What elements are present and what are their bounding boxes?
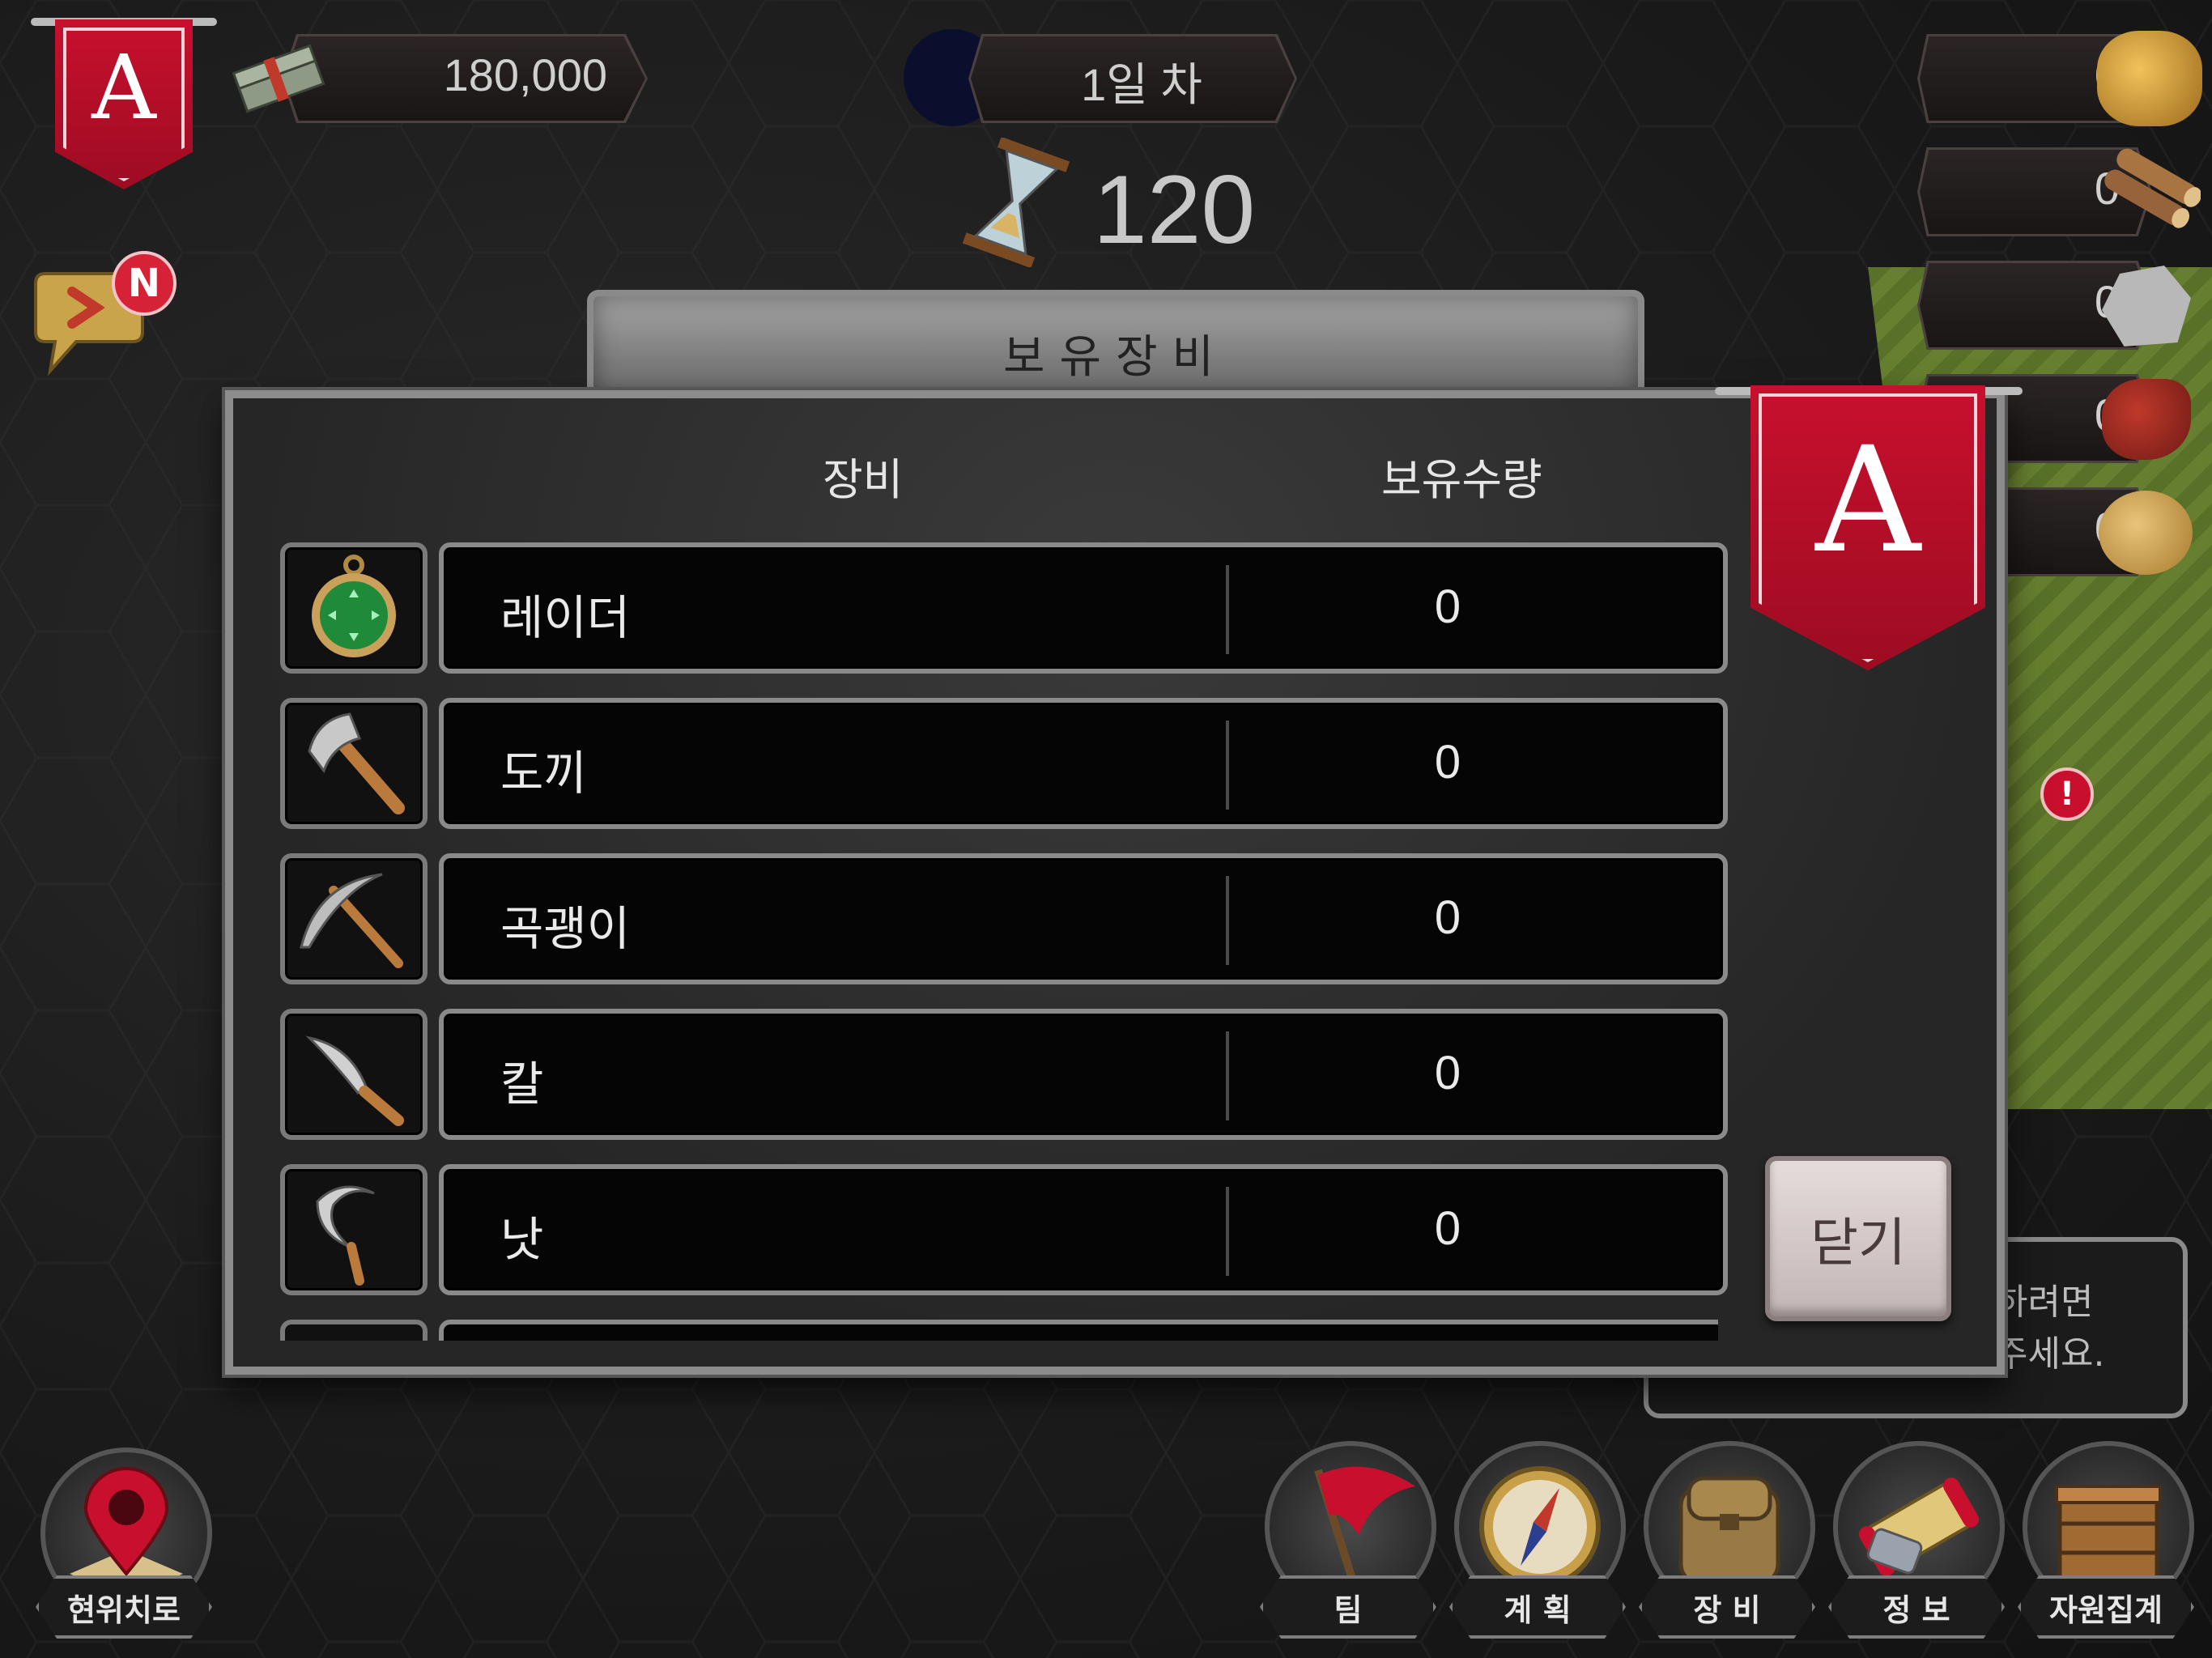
column-header-item: 장비 <box>823 454 904 505</box>
knife-icon <box>305 1035 404 1126</box>
money-stack-icon <box>230 34 327 123</box>
pickaxe-icon <box>300 873 403 968</box>
day-label: 1일 차 <box>1081 59 1202 110</box>
alert-map-marker[interactable]: ! <box>2040 767 2094 821</box>
resource-summary-label[interactable]: 자원집계 <box>2018 1575 2194 1639</box>
hint-line-2: 주세요. <box>1995 1333 2105 1375</box>
equipment-count: 0 <box>1434 891 1461 944</box>
column-header-count: 보유수량 <box>1381 454 1542 505</box>
equipment-name: 칼 <box>500 1056 544 1112</box>
hourglass-icon <box>955 136 1077 269</box>
grain-sack-icon <box>2099 491 2193 575</box>
equipment-label[interactable]: 장 비 <box>1639 1575 1815 1639</box>
knife-icon-box <box>280 1009 428 1140</box>
new-badge: N <box>112 251 177 316</box>
team-label[interactable]: 팀 <box>1260 1575 1436 1639</box>
equipment-count: 0 <box>1434 1047 1461 1099</box>
pickaxe-icon-box <box>280 853 428 984</box>
gold-ore-icon <box>2097 31 2202 126</box>
row-divider <box>1226 876 1229 965</box>
row-divider <box>1226 1187 1229 1276</box>
equipment-name: 도끼 <box>500 746 587 801</box>
turns-value: 120 <box>1093 155 1256 264</box>
equipment-row[interactable]: 칼 0 <box>439 1009 1728 1140</box>
close-button[interactable]: 닫기 <box>1765 1156 1951 1321</box>
locate-label[interactable]: 현위치로 <box>36 1575 212 1639</box>
row-divider <box>1226 1031 1229 1120</box>
sickle-icon <box>316 1185 375 1286</box>
equipment-row[interactable]: 도끼 0 <box>439 698 1728 829</box>
team-letter: A <box>91 36 156 139</box>
money-value: 180,000 <box>443 49 607 100</box>
panel-title-tab: 보유장비 <box>587 290 1644 402</box>
wood-logs-icon <box>2095 147 2201 236</box>
meat-icon <box>2102 379 2191 460</box>
equipment-count: 0 <box>1434 580 1461 633</box>
equipment-name: 낫 <box>500 1212 544 1267</box>
equipment-count: 0 <box>1434 1202 1461 1255</box>
panel-banner-letter: A <box>1815 416 1921 585</box>
equipment-row[interactable]: 낫 0 <box>439 1164 1728 1295</box>
equipment-count: 0 <box>1434 736 1461 789</box>
row-divider <box>1226 565 1229 654</box>
axe-icon-box <box>280 698 428 829</box>
sickle-icon-box <box>280 1164 428 1295</box>
radar-icon-box <box>280 542 428 674</box>
axe-icon <box>308 712 405 814</box>
info-label[interactable]: 정 보 <box>1828 1575 2005 1639</box>
row-divider <box>1226 721 1229 810</box>
equipment-name: 곡괭이 <box>500 901 631 956</box>
panel-title: 보유장비 <box>1002 331 1229 384</box>
equipment-row[interactable]: 레이더 0 <box>439 542 1728 674</box>
list-overflow-row[interactable] <box>280 1320 1718 1341</box>
equipment-name: 레이더 <box>500 590 631 645</box>
radar-icon <box>312 555 396 657</box>
plan-label[interactable]: 계 획 <box>1449 1575 1626 1639</box>
equipment-row[interactable]: 곡괭이 0 <box>439 853 1728 984</box>
hint-line-1: 하려면 <box>1995 1282 2094 1323</box>
